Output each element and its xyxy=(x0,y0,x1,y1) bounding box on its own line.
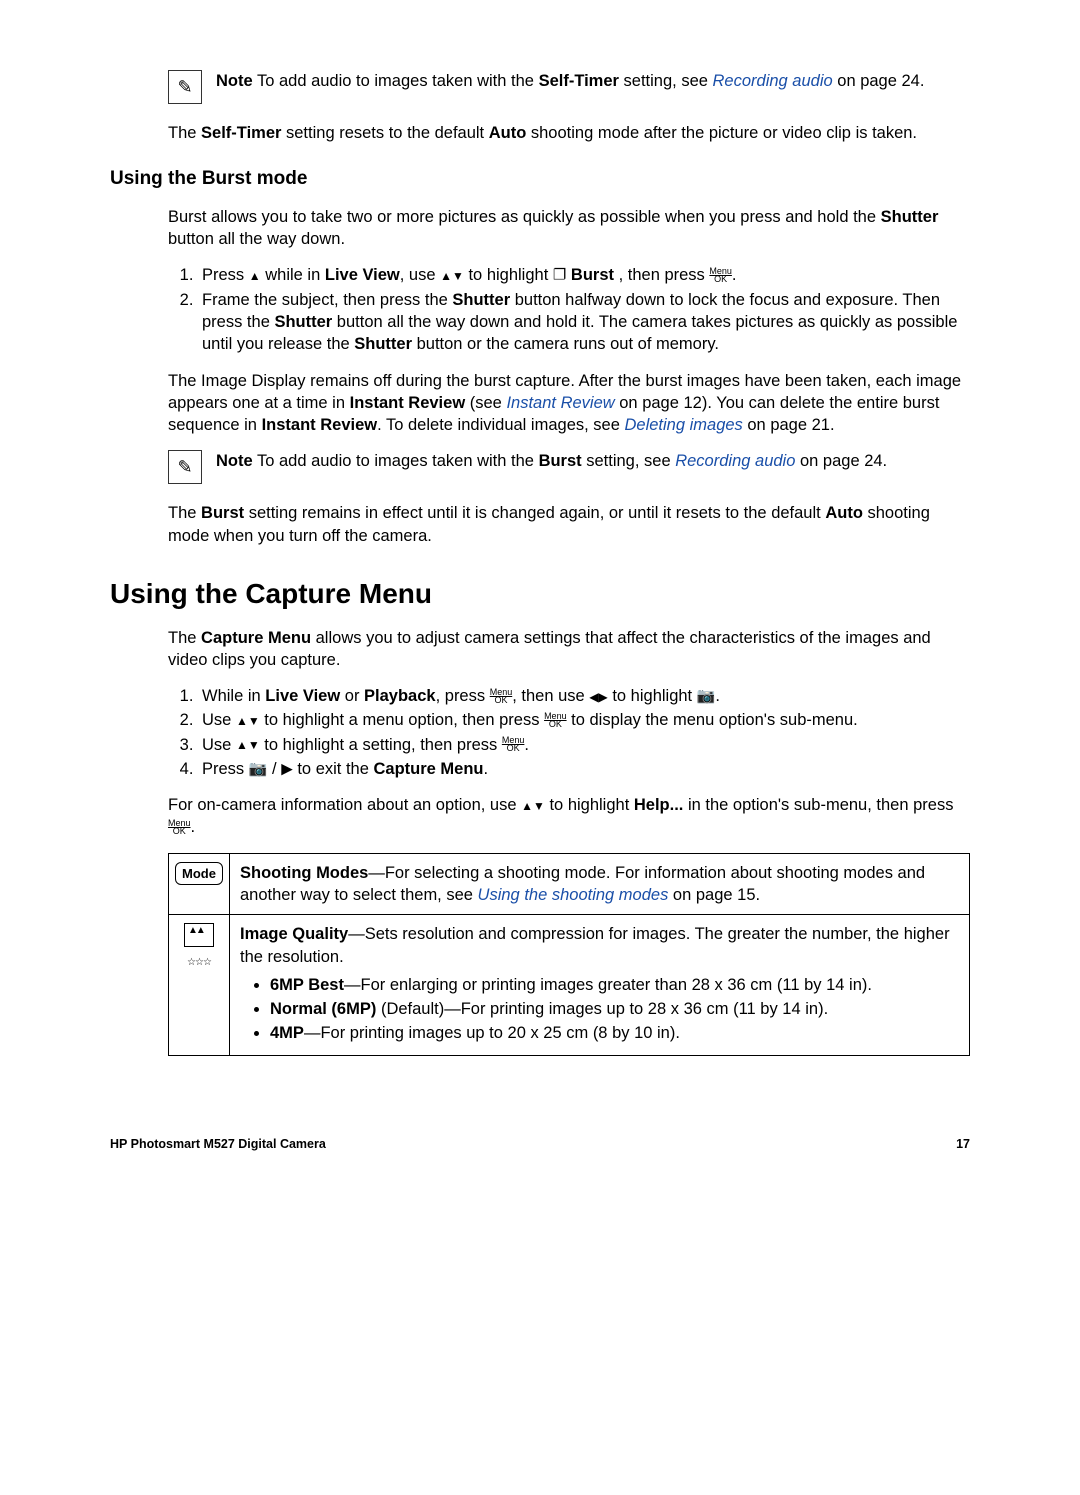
link-deleting-images[interactable]: Deleting images xyxy=(624,416,742,434)
camera-icon: 📷 xyxy=(697,688,716,705)
menu-ok-icon: MenuOK xyxy=(544,712,567,728)
capture-step-3: Use ▲▼ to highlight a setting, then pres… xyxy=(198,734,970,756)
list-item: Normal (6MP) (Default)—For printing imag… xyxy=(270,998,959,1020)
footer-product: HP Photosmart M527 Digital Camera xyxy=(110,1136,326,1153)
para-burst-intro: Burst allows you to take two or more pic… xyxy=(168,206,970,251)
capture-steps-list: While in Live View or Playback, press Me… xyxy=(168,685,970,780)
burst-icon: ❐ xyxy=(553,267,566,284)
left-right-arrow-icon: ◀▶ xyxy=(589,691,607,703)
up-down-arrow-icon: ▲▼ xyxy=(236,739,260,751)
playback-icon: ▶ xyxy=(281,760,293,777)
table-row: ☆☆☆ Image Quality—Sets resolution and co… xyxy=(169,915,970,1055)
heading-capture-menu: Using the Capture Menu xyxy=(110,575,970,613)
mode-icon-cell: Mode xyxy=(169,853,230,915)
up-down-arrow-icon: ▲▼ xyxy=(236,715,260,727)
up-down-arrow-icon: ▲▼ xyxy=(521,800,545,812)
menu-ok-icon: MenuOK xyxy=(709,267,732,283)
camera-icon: 📷 xyxy=(249,760,268,777)
mode-chip-icon: Mode xyxy=(175,862,223,886)
note-burst-audio: ✎ Note To add audio to images taken with… xyxy=(168,450,970,484)
shooting-modes-desc: Shooting Modes—For selecting a shooting … xyxy=(230,853,970,915)
capture-step-4: Press 📷 / ▶ to exit the Capture Menu. xyxy=(198,758,970,780)
page-number: 17 xyxy=(956,1136,970,1153)
note-selftimer-audio: ✎ Note To add audio to images taken with… xyxy=(168,70,970,104)
burst-step-1: Press ▲ while in Live View, use ▲▼ to hi… xyxy=(198,264,970,286)
up-arrow-icon: ▲ xyxy=(249,270,261,282)
para-capture-intro: The Capture Menu allows you to adjust ca… xyxy=(168,627,970,672)
link-shooting-modes[interactable]: Using the shooting modes xyxy=(478,886,669,904)
page-footer: HP Photosmart M527 Digital Camera 17 xyxy=(110,1136,970,1153)
capture-step-1: While in Live View or Playback, press Me… xyxy=(198,685,970,707)
note-icon: ✎ xyxy=(168,450,202,484)
note-label: Note xyxy=(216,72,253,90)
burst-step-2: Frame the subject, then press the Shutte… xyxy=(198,289,970,356)
stars-icon: ☆☆☆ xyxy=(173,956,225,970)
image-quality-icon-cell: ☆☆☆ xyxy=(169,915,230,1055)
note-label: Note xyxy=(216,452,253,470)
note-icon: ✎ xyxy=(168,70,202,104)
para-burst-display: The Image Display remains off during the… xyxy=(168,370,970,437)
heading-burst-mode: Using the Burst mode xyxy=(110,166,970,192)
menu-ok-icon: MenuOK xyxy=(168,819,191,835)
capture-step-2: Use ▲▼ to highlight a menu option, then … xyxy=(198,709,970,731)
menu-ok-icon: MenuOK xyxy=(490,688,513,704)
list-item: 4MP—For printing images up to 20 x 25 cm… xyxy=(270,1022,959,1044)
image-quality-desc: Image Quality—Sets resolution and compre… xyxy=(230,915,970,1055)
para-burst-remain: The Burst setting remains in effect unti… xyxy=(168,502,970,547)
link-instant-review[interactable]: Instant Review xyxy=(506,394,614,412)
list-item: 6MP Best—For enlarging or printing image… xyxy=(270,974,959,996)
table-row: Mode Shooting Modes—For selecting a shoo… xyxy=(169,853,970,915)
menu-ok-icon: MenuOK xyxy=(502,736,525,752)
capture-menu-table: Mode Shooting Modes—For selecting a shoo… xyxy=(168,853,970,1056)
up-down-arrow-icon: ▲▼ xyxy=(440,270,464,282)
para-selftimer-reset: The Self-Timer setting resets to the def… xyxy=(168,122,970,144)
link-recording-audio[interactable]: Recording audio xyxy=(713,72,833,90)
image-quality-options: 6MP Best—For enlarging or printing image… xyxy=(258,974,959,1045)
link-recording-audio[interactable]: Recording audio xyxy=(675,452,795,470)
burst-steps-list: Press ▲ while in Live View, use ▲▼ to hi… xyxy=(168,264,970,355)
para-oncamera-help: For on-camera information about an optio… xyxy=(168,794,970,839)
image-quality-icon xyxy=(184,923,214,947)
